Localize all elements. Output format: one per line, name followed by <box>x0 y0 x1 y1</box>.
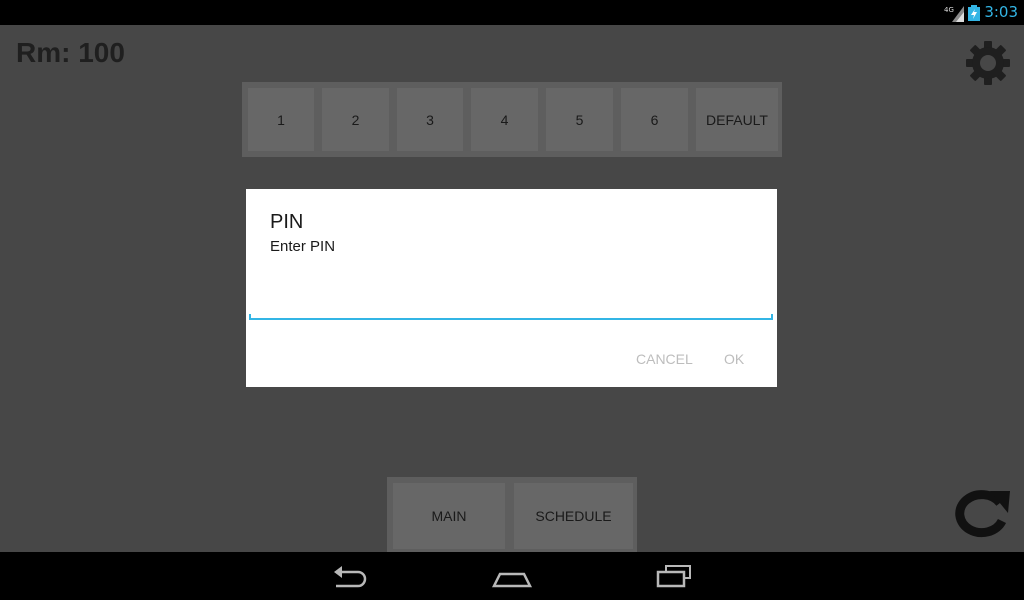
network-type: 4G <box>944 6 954 14</box>
room-label: Rm: 100 <box>16 37 125 68</box>
signal-icon: 4G <box>944 6 964 22</box>
navigation-bar <box>0 552 1024 600</box>
cancel-button[interactable]: CANCEL <box>636 351 693 367</box>
ok-button[interactable]: OK <box>724 351 744 367</box>
room-tab-5[interactable]: 5 <box>546 88 613 151</box>
room-tab-3[interactable]: 3 <box>397 88 463 151</box>
gear-icon[interactable] <box>964 39 1012 87</box>
home-icon[interactable] <box>490 562 534 590</box>
pin-input-tick-left <box>249 314 251 320</box>
dialog-title: PIN <box>270 211 304 233</box>
dialog-message: Enter PIN <box>270 238 336 255</box>
pin-input-tick-right <box>771 314 773 320</box>
tab-schedule[interactable]: SCHEDULE <box>514 483 633 549</box>
bottom-tab-bar: MAIN SCHEDULE <box>387 477 637 552</box>
room-tab-2[interactable]: 2 <box>322 88 389 151</box>
room-tab-6[interactable]: 6 <box>621 88 688 151</box>
refresh-icon[interactable] <box>950 487 1012 539</box>
room-tab-4[interactable]: 4 <box>471 88 538 151</box>
clock: 3:03 <box>984 3 1018 21</box>
pin-input-underline <box>249 318 773 320</box>
recents-icon[interactable] <box>652 562 696 590</box>
room-tab-1[interactable]: 1 <box>248 88 314 151</box>
tab-main[interactable]: MAIN <box>393 483 505 549</box>
battery-icon <box>968 5 980 21</box>
pin-input[interactable] <box>250 289 772 319</box>
back-icon[interactable] <box>328 562 372 590</box>
room-tab-bar: 1 2 3 4 5 6 DEFAULT <box>242 82 782 157</box>
room-tab-default[interactable]: DEFAULT <box>696 88 778 151</box>
pin-dialog: PIN Enter PIN CANCEL OK <box>246 189 777 387</box>
status-bar: 4G 3:03 <box>0 0 1024 25</box>
